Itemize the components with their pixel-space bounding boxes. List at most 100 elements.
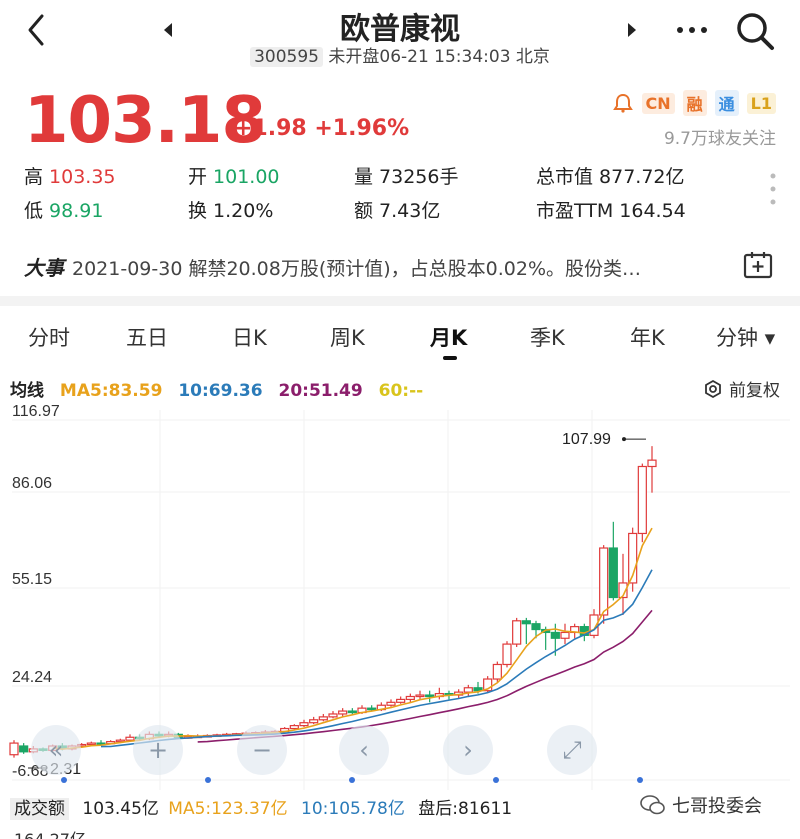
candle-body — [637, 465, 647, 535]
time-marker-dot — [349, 777, 355, 783]
major-event[interactable]: 大事 2021-09-30 解禁20.08万股(预计值)，占总股本0.02%。股份… — [24, 252, 641, 281]
followers-count[interactable]: 9.7万球友关注 — [664, 124, 776, 149]
candle-body — [125, 736, 135, 741]
expand-stats-icon[interactable] — [768, 172, 778, 206]
badge-l1[interactable]: L1 — [746, 92, 776, 114]
y-tick-label: 55.15 — [12, 571, 52, 588]
time-marker-dot — [637, 777, 643, 783]
candle-body — [328, 713, 338, 718]
ma60-value: 60:-- — [378, 381, 424, 401]
stat-open: 开 101.00 — [188, 166, 280, 188]
candle-body — [608, 547, 618, 599]
stat-high: 高 103.35 — [24, 166, 116, 188]
bell-icon[interactable] — [612, 92, 634, 114]
ma10-value: 10:69.36 — [178, 381, 263, 401]
y-tick-label: 24.24 — [12, 669, 52, 686]
candle-body — [299, 722, 309, 727]
ma-label: 均线 — [10, 381, 44, 401]
candle-body — [425, 694, 435, 698]
chart-nav-icon: − — [252, 736, 272, 764]
chart-nav-icon: « — [49, 736, 64, 764]
y-tick-label: 86.06 — [12, 475, 52, 492]
tab-five-day[interactable]: 五日 — [126, 322, 168, 352]
candle-body — [396, 698, 406, 703]
tab-monthly-k[interactable]: 月K — [430, 322, 467, 352]
price-change: +1.98 +1.96% — [234, 116, 410, 141]
candle-body — [463, 687, 473, 693]
candle-body — [560, 631, 570, 639]
candle-body — [386, 701, 396, 706]
candle-body — [338, 710, 348, 715]
volume-ma10: 10:105.78亿 — [301, 799, 405, 819]
candlestick-chart[interactable]: 116.9786.0655.1524.24-6.68107.992.31«+−‹… — [0, 400, 800, 794]
badge-margin[interactable]: 融 — [682, 90, 707, 116]
badge-cn[interactable]: CN — [641, 92, 675, 114]
candle-body — [19, 745, 29, 753]
watermark: 七哥投委会 — [640, 792, 762, 818]
candle-body — [405, 695, 415, 701]
chart-nav-icon: › — [463, 736, 473, 764]
candle-body — [9, 742, 19, 756]
volume-axis-top: 164.27亿 — [14, 826, 86, 839]
stock-code: 300595 — [250, 47, 323, 67]
max-price-dot — [622, 437, 626, 442]
stat-market-cap: 总市值 877.72亿 — [536, 166, 685, 188]
stat-volume: 量 73256手 — [354, 166, 459, 188]
candle-body — [415, 694, 425, 698]
wechat-icon — [640, 795, 665, 815]
badge-connect[interactable]: 通 — [714, 90, 739, 116]
period-tabs: 分时 五日 日K 周K 月K 季K 年K 分钟 ▾ — [0, 316, 800, 360]
settings-hex-icon — [705, 379, 721, 398]
y-tick-label: 116.97 — [12, 403, 60, 420]
ma20-value: 20:51.49 — [278, 381, 363, 401]
candle-body — [367, 707, 377, 711]
stat-low: 低 98.91 — [24, 200, 104, 222]
candle-body — [599, 547, 609, 616]
search-icon[interactable] — [734, 10, 776, 52]
volume-ma5: MA5:123.37亿 — [168, 799, 288, 819]
next-stock-icon[interactable] — [622, 18, 642, 42]
volume-label: 成交额 — [10, 798, 69, 820]
ma5-value: MA5:83.59 — [59, 381, 163, 401]
tab-daily-k[interactable]: 日K — [232, 322, 267, 352]
stock-status-line: 300595 未开盘06-21 15:34:03 北京 — [0, 42, 800, 67]
chart-nav-icon: ⤢ — [562, 736, 581, 764]
candle-body — [550, 631, 560, 639]
candle-body — [512, 620, 522, 645]
max-price-label: 107.99 — [562, 431, 611, 448]
candle-body — [521, 620, 531, 625]
candle-body — [289, 725, 299, 730]
candle-body — [531, 623, 541, 631]
ma10-line — [100, 569, 653, 748]
tab-yearly-k[interactable]: 年K — [630, 322, 665, 352]
more-options-icon[interactable] — [672, 16, 712, 44]
time-marker-dot — [61, 777, 67, 783]
chart-nav-icon: + — [148, 736, 168, 764]
tab-quarterly-k[interactable]: 季K — [530, 322, 565, 352]
stat-pe-ttm: 市盈TTM 164.54 — [536, 200, 686, 222]
after-hours-value: 盘后:81611 — [418, 799, 513, 819]
tab-minute[interactable]: 分钟 ▾ — [716, 322, 775, 352]
active-tab-indicator — [443, 356, 457, 360]
candle-body — [86, 742, 96, 746]
moving-average-legend: 均线 MA5:83.59 10:69.36 20:51.49 60:-- — [10, 376, 433, 401]
candle-body — [502, 643, 512, 666]
stat-turnover: 换 1.20% — [188, 200, 274, 222]
candle-body — [309, 719, 319, 724]
chart-nav-icon: ‹ — [359, 736, 369, 764]
candle-body — [647, 459, 657, 468]
candle-body — [347, 710, 357, 714]
market-status: 未开盘06-21 15:34:03 北京 — [328, 47, 550, 67]
tab-weekly-k[interactable]: 周K — [330, 322, 365, 352]
tab-intraday[interactable]: 分时 — [28, 322, 70, 352]
badge-row: CN 融 通 L1 — [612, 90, 776, 116]
current-price: 103.18 — [24, 84, 266, 158]
time-marker-dot — [493, 777, 499, 783]
stat-amount: 额 7.43亿 — [354, 200, 441, 222]
calendar-add-icon[interactable] — [742, 250, 774, 280]
candle-body — [318, 716, 328, 721]
time-marker-dot — [205, 777, 211, 783]
candle-body — [492, 663, 502, 680]
section-divider — [0, 296, 800, 306]
price-adjust-toggle[interactable]: 前复权 — [703, 376, 780, 401]
